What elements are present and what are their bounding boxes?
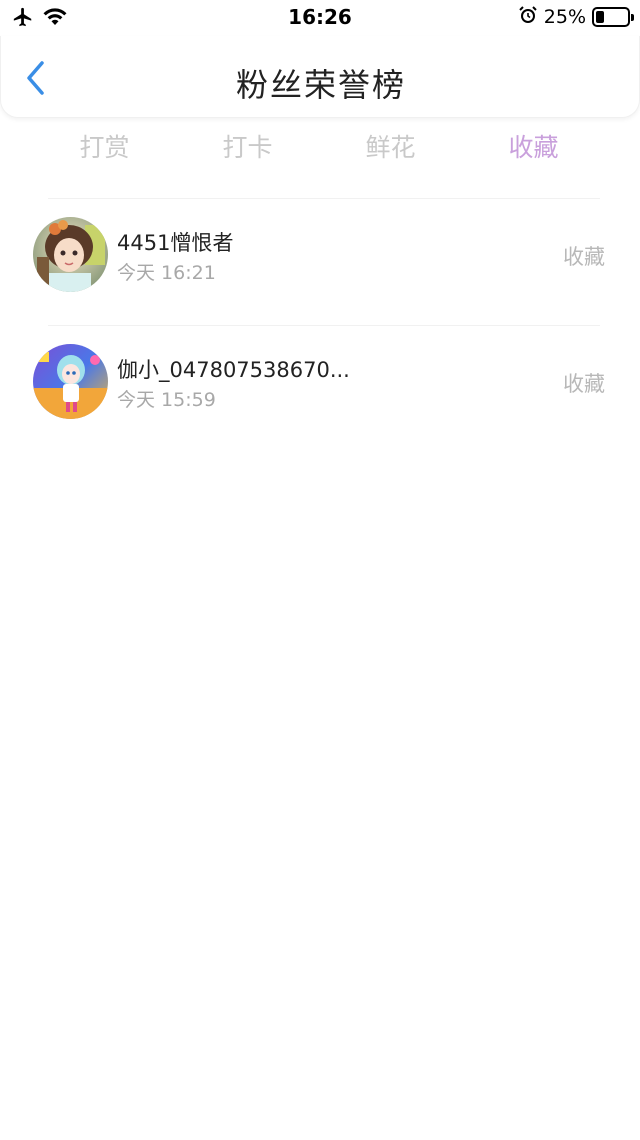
page-title: 粉丝荣誉榜	[235, 66, 406, 104]
timestamp: 今天 15:59	[117, 389, 216, 411]
tab-favorites[interactable]: 收藏	[462, 128, 605, 172]
tab-checkin[interactable]: 打卡	[176, 128, 319, 172]
user-name: 4451憎恨者	[117, 231, 234, 255]
action-label: 收藏	[563, 245, 605, 269]
avatar[interactable]	[33, 344, 108, 419]
action-label: 收藏	[563, 372, 605, 396]
battery-icon	[592, 7, 634, 27]
battery-percent: 25%	[543, 6, 586, 28]
nav-header: 粉丝荣誉榜	[0, 36, 640, 118]
fan-list: 4451憎恨者 今天 16:21 收藏 伽小_047807538670... 今…	[0, 199, 640, 453]
status-right: 25%	[518, 5, 634, 29]
timestamp: 今天 16:21	[117, 262, 216, 284]
list-item[interactable]: 伽小_047807538670... 今天 15:59 收藏	[0, 326, 640, 453]
alarm-icon	[518, 5, 538, 29]
tab-bar: 打赏 打卡 鲜花 收藏	[0, 128, 640, 172]
tab-reward[interactable]: 打赏	[33, 128, 176, 172]
battery-fill	[596, 11, 604, 23]
status-bar: 16:26 25%	[0, 0, 640, 36]
tab-flowers[interactable]: 鲜花	[319, 128, 462, 172]
list-item[interactable]: 4451憎恨者 今天 16:21 收藏	[0, 199, 640, 326]
avatar[interactable]	[33, 217, 108, 292]
user-name: 伽小_047807538670...	[117, 358, 350, 382]
